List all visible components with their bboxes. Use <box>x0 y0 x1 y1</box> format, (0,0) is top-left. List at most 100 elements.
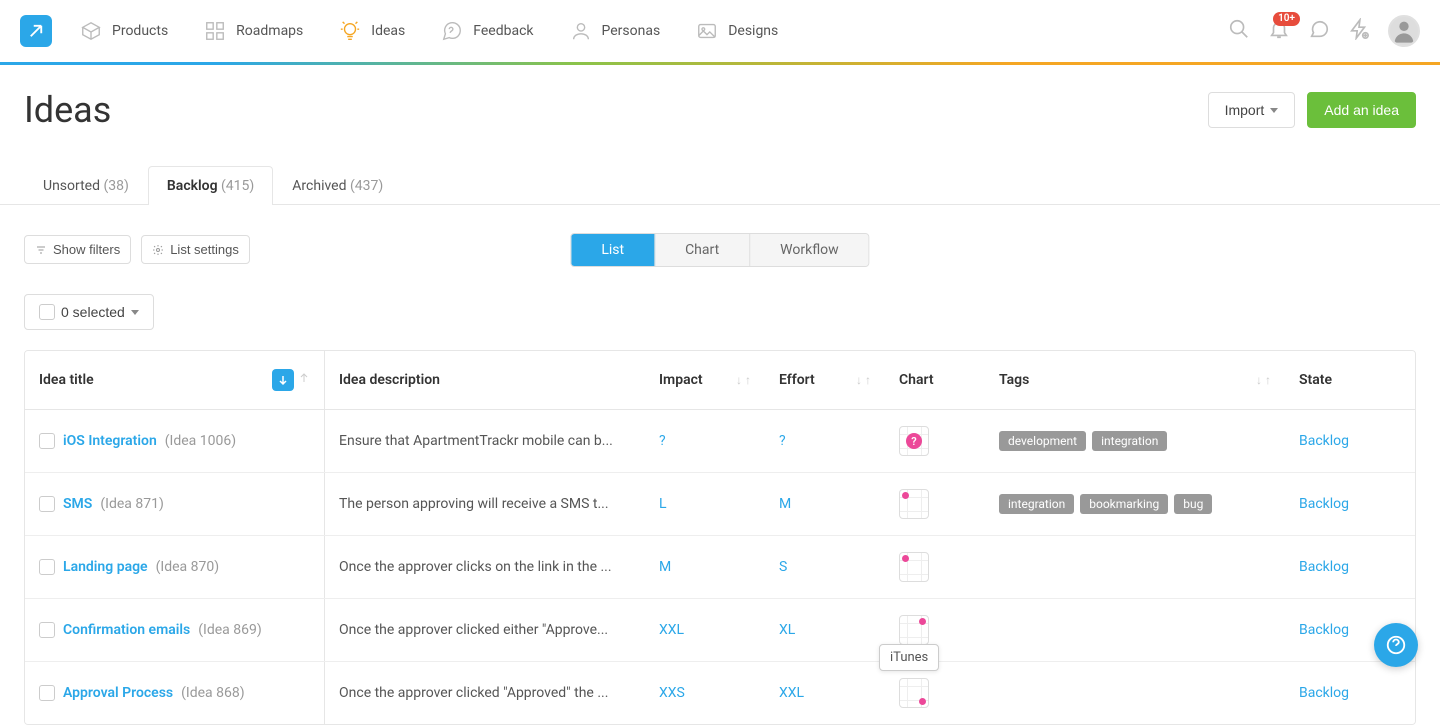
col-impact[interactable]: Impact↓ ↑ <box>645 351 765 409</box>
tag[interactable]: bookmarking <box>1080 494 1168 514</box>
cell-desc: Once the approver clicked either "Approv… <box>325 599 645 661</box>
sort-arrows[interactable]: ↓ ↑ <box>736 373 751 387</box>
idea-link[interactable]: Confirmation emails <box>63 622 190 638</box>
chart-box[interactable]: ? <box>899 426 929 456</box>
state-link[interactable]: Backlog <box>1299 433 1349 449</box>
chart-dot-icon <box>902 555 909 562</box>
sort-asc-button[interactable] <box>298 372 310 388</box>
col-tags[interactable]: Tags↓ ↑ <box>985 351 1285 409</box>
desc-text: Once the approver clicks on the link in … <box>339 559 612 575</box>
view-chart[interactable]: Chart <box>655 234 750 266</box>
tab-unsorted[interactable]: Unsorted (38) <box>24 166 148 205</box>
nav-products[interactable]: Products <box>80 20 168 42</box>
sort-desc-button[interactable] <box>272 369 294 391</box>
tab-label: Backlog <box>167 178 218 194</box>
search-icon <box>1228 18 1250 40</box>
tabs: Unsorted (38) Backlog (415) Archived (43… <box>0 165 1440 205</box>
box-icon <box>80 20 102 42</box>
col-title[interactable]: Idea title <box>25 351 325 409</box>
cell-tags: integration bookmarking bug <box>985 473 1285 535</box>
state-link[interactable]: Backlog <box>1299 622 1349 638</box>
notifications-button[interactable]: 10+ <box>1268 18 1290 44</box>
impact-value[interactable]: L <box>659 496 667 512</box>
tag[interactable]: bug <box>1174 494 1212 514</box>
cell-tags <box>985 536 1285 598</box>
idea-id: (Idea 868) <box>181 685 245 701</box>
tag[interactable]: development <box>999 431 1086 451</box>
sort-arrows[interactable]: ↓ ↑ <box>1256 373 1271 387</box>
table-row: SMS (Idea 871) The person approving will… <box>25 473 1415 536</box>
nav-label: Designs <box>728 23 778 39</box>
row-checkbox[interactable] <box>39 496 55 512</box>
state-link[interactable]: Backlog <box>1299 559 1349 575</box>
nav-roadmaps[interactable]: Roadmaps <box>204 20 303 42</box>
tab-backlog[interactable]: Backlog (415) <box>148 166 273 205</box>
tab-archived[interactable]: Archived (437) <box>273 166 402 205</box>
state-link[interactable]: Backlog <box>1299 496 1349 512</box>
sort-arrows[interactable]: ↓ ↑ <box>856 373 871 387</box>
tab-count: (38) <box>104 178 129 194</box>
chart-dot-icon <box>919 618 926 625</box>
ideas-table: Idea title Idea description Impact↓ ↑ Ef… <box>24 350 1416 725</box>
row-checkbox[interactable] <box>39 622 55 638</box>
nav-label: Roadmaps <box>236 23 303 39</box>
effort-value[interactable]: ? <box>779 433 786 449</box>
effort-value[interactable]: XXL <box>779 685 804 701</box>
user-avatar[interactable] <box>1388 15 1420 47</box>
view-workflow[interactable]: Workflow <box>750 234 869 266</box>
idea-link[interactable]: Landing page <box>63 559 148 575</box>
search-button[interactable] <box>1228 18 1250 44</box>
row-checkbox[interactable] <box>39 559 55 575</box>
comments-button[interactable] <box>1308 18 1330 44</box>
nav-designs[interactable]: Designs <box>696 20 778 42</box>
row-checkbox[interactable] <box>39 685 55 701</box>
tags: development integration <box>999 431 1167 451</box>
view-toggle: List Chart Workflow <box>570 233 869 267</box>
impact-value[interactable]: XXL <box>659 622 684 638</box>
impact-value[interactable]: M <box>659 559 671 575</box>
heart-chat-icon <box>441 20 463 42</box>
row-checkbox[interactable] <box>39 433 55 449</box>
col-state[interactable]: State <box>1285 351 1415 409</box>
tab-count: (437) <box>350 178 383 194</box>
effort-value[interactable]: S <box>779 559 787 575</box>
nav-ideas[interactable]: Ideas <box>339 20 405 42</box>
selected-dropdown[interactable]: 0 selected <box>24 294 154 330</box>
app-logo[interactable] <box>20 15 52 47</box>
cell-impact: L <box>645 473 765 535</box>
tag[interactable]: integration <box>1092 431 1167 451</box>
chart-dot-icon <box>902 492 909 499</box>
help-button[interactable] <box>1374 623 1418 667</box>
nav-label: Feedback <box>473 23 533 39</box>
col-effort[interactable]: Effort↓ ↑ <box>765 351 885 409</box>
chart-box[interactable] <box>899 552 929 582</box>
effort-value[interactable]: M <box>779 496 791 512</box>
chart-box[interactable] <box>899 678 929 708</box>
cell-desc: Once the approver clicks on the link in … <box>325 536 645 598</box>
effort-value[interactable]: XL <box>779 622 795 638</box>
impact-value[interactable]: XXS <box>659 685 685 701</box>
add-idea-button[interactable]: Add an idea <box>1307 92 1416 128</box>
col-chart[interactable]: Chart <box>885 351 985 409</box>
lightning-button[interactable] <box>1348 18 1370 44</box>
nav-items: Products Roadmaps Ideas Feedback Persona… <box>80 20 1228 42</box>
idea-link[interactable]: iOS Integration <box>63 433 157 449</box>
nav-feedback[interactable]: Feedback <box>441 20 533 42</box>
col-desc[interactable]: Idea description <box>325 351 645 409</box>
idea-link[interactable]: Approval Process <box>63 685 173 701</box>
nav-personas[interactable]: Personas <box>570 20 661 42</box>
import-button[interactable]: Import <box>1208 92 1296 128</box>
impact-value[interactable]: ? <box>659 433 666 449</box>
cell-desc: Ensure that ApartmentTrackr mobile can b… <box>325 410 645 472</box>
chart-box[interactable] <box>899 489 929 519</box>
help-icon <box>1385 634 1407 656</box>
chart-box[interactable] <box>899 615 929 645</box>
desc-text: Once the approver clicked "Approved" the… <box>339 685 608 701</box>
state-link[interactable]: Backlog <box>1299 685 1349 701</box>
tag[interactable]: integration <box>999 494 1074 514</box>
checkbox[interactable] <box>39 304 55 320</box>
view-list[interactable]: List <box>571 234 655 266</box>
show-filters-button[interactable]: Show filters <box>24 235 131 264</box>
idea-link[interactable]: SMS <box>63 496 92 512</box>
list-settings-button[interactable]: List settings <box>141 235 250 264</box>
